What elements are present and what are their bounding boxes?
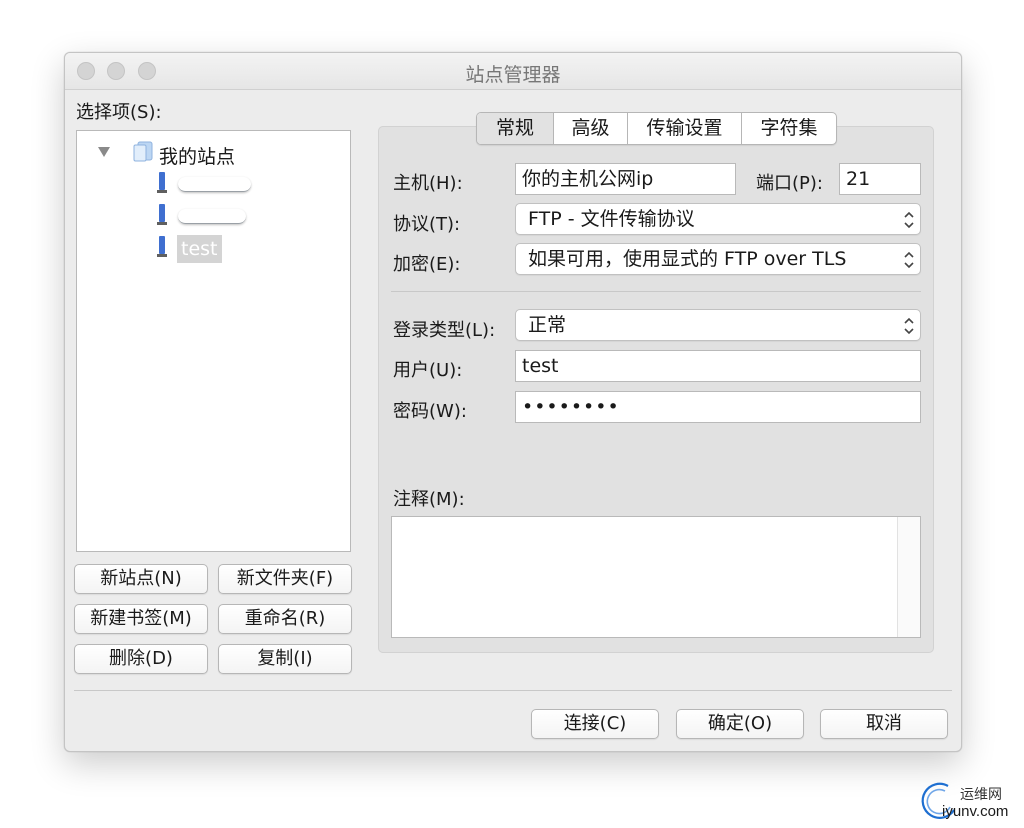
disclosure-triangle-icon[interactable] (97, 146, 111, 158)
delete-button[interactable]: 删除(D) (74, 644, 208, 674)
tree-site-test[interactable]: test (177, 235, 222, 263)
logon-type-value: 正常 (528, 314, 567, 336)
watermark-domain: iyunv.com (942, 803, 1009, 820)
host-label: 主机(H): (393, 173, 463, 194)
comments-label: 注释(M): (393, 489, 465, 510)
new-site-button[interactable]: 新站点(N) (74, 564, 208, 594)
server-icon (157, 236, 167, 257)
user-input[interactable]: test (515, 350, 921, 382)
password-label: 密码(W): (393, 401, 467, 422)
protocol-select[interactable]: FTP - 文件传输协议 (515, 203, 921, 235)
port-input[interactable]: 21 (839, 163, 921, 195)
divider (391, 291, 921, 292)
copy-button[interactable]: 复制(I) (218, 644, 352, 674)
encryption-select[interactable]: 如果可用，使用显式的 FTP over TLS (515, 243, 921, 275)
encryption-label: 加密(E): (393, 254, 461, 275)
port-label: 端口(P): (756, 173, 823, 194)
tab-transfer-settings[interactable]: 传输设置 (627, 113, 741, 144)
tab-advanced[interactable]: 高级 (553, 113, 627, 144)
chevron-up-down-icon (904, 317, 914, 335)
cancel-button[interactable]: 取消 (820, 709, 948, 739)
tab-charset[interactable]: 字符集 (741, 113, 836, 144)
folder-icon (133, 141, 153, 162)
user-label: 用户(U): (393, 360, 463, 381)
site-manager-window: 站点管理器 选择项(S): 我的站点 test 新站点(N) 新文件夹(F) 新… (64, 52, 962, 752)
site-tree[interactable]: 我的站点 test (76, 130, 351, 552)
redacted-site-name[interactable] (178, 177, 251, 192)
ok-button[interactable]: 确定(O) (676, 709, 804, 739)
comments-textarea[interactable] (391, 516, 921, 638)
connect-button[interactable]: 连接(C) (531, 709, 659, 739)
comments-scrollbar[interactable] (897, 517, 920, 637)
server-icon (157, 172, 167, 193)
tree-root-my-sites[interactable]: 我的站点 (159, 142, 235, 169)
chevron-up-down-icon (904, 251, 914, 269)
tab-general[interactable]: 常规 (477, 113, 553, 144)
encryption-value: 如果可用，使用显式的 FTP over TLS (528, 248, 847, 270)
watermark-title: 运维网 (960, 787, 1002, 803)
select-entry-label: 选择项(S): (76, 102, 162, 123)
logon-type-label: 登录类型(L): (393, 320, 496, 341)
host-input[interactable]: 你的主机公网ip (515, 163, 736, 195)
window-title: 站点管理器 (465, 64, 561, 86)
title-bar: 站点管理器 (65, 53, 961, 90)
logon-type-select[interactable]: 正常 (515, 309, 921, 341)
protocol-value: FTP - 文件传输协议 (528, 208, 695, 230)
protocol-label: 协议(T): (393, 214, 461, 235)
footer-divider (74, 690, 952, 691)
tab-bar: 常规 高级 传输设置 字符集 (476, 112, 837, 145)
redacted-site-name[interactable] (178, 209, 246, 224)
password-input[interactable]: •••••••• (515, 391, 921, 423)
server-icon (157, 204, 167, 225)
new-bookmark-button[interactable]: 新建书签(M) (74, 604, 208, 634)
rename-button[interactable]: 重命名(R) (218, 604, 352, 634)
new-folder-button[interactable]: 新文件夹(F) (218, 564, 352, 594)
chevron-up-down-icon (904, 211, 914, 229)
watermark: 运维网 iyunv.com (918, 776, 1022, 826)
